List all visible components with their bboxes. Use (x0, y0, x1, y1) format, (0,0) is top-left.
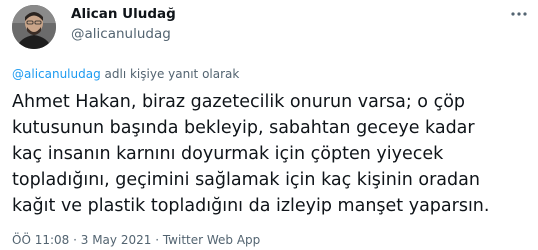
author-handle[interactable]: @alicanuludag (71, 26, 171, 42)
tweet-line: kutusunun başında bekleyip, sabahtan gec… (12, 118, 475, 138)
tweet-meta: ÖÖ 11:08 · 3 May 2021 · Twitter Web App (12, 233, 260, 247)
reply-context-text: adlı kişiye yanıt olarak (100, 67, 240, 81)
tweet-date[interactable]: 3 May 2021 (81, 233, 152, 247)
tweet-line: topladığını, geçimini sağlamak için kaç … (12, 170, 480, 190)
avatar[interactable] (12, 5, 56, 49)
tweet-card: Alican Uludağ @alicanuludag @alicanuluda… (0, 0, 538, 250)
tweet-text: Ahmet Hakan, biraz gazetecilik onurun va… (12, 89, 532, 219)
meta-separator: · (151, 233, 163, 247)
meta-separator: · (69, 233, 81, 247)
reply-mention-link[interactable]: @alicanuludag (12, 67, 101, 81)
author-name[interactable]: Alican Uludağ (71, 6, 176, 22)
tweet-line: kaç insanın karnını doyurmak için çöpten… (12, 144, 444, 164)
tweet-time[interactable]: ÖÖ 11:08 (12, 233, 69, 247)
tweet-line: Ahmet Hakan, biraz gazetecilik onurun va… (12, 92, 466, 112)
more-dots-icon[interactable] (509, 4, 529, 24)
reply-context: @alicanuludag adlı kişiye yanıt olarak (12, 67, 239, 81)
tweet-line: kağıt ve plastik topladığını da izleyip … (12, 196, 490, 216)
tweet-source[interactable]: Twitter Web App (163, 233, 260, 247)
